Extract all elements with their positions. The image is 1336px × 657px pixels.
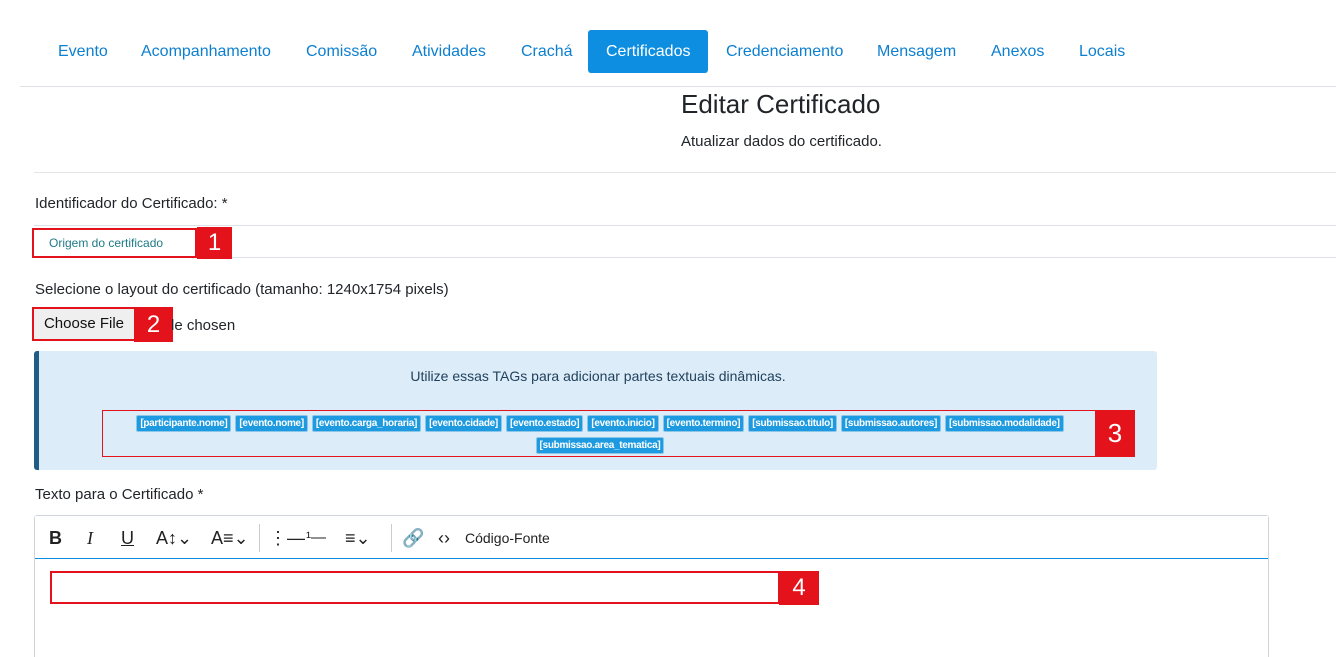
text-label: Texto para o Certificado * [35, 486, 204, 503]
tab-acompanhamento[interactable]: Acompanhamento [141, 30, 271, 73]
tags-row-1: [participante.nome] [evento.nome] [evento.… [103, 415, 1097, 432]
annotation-marker-3: 3 [1095, 410, 1135, 457]
tag-chip: [evento.nome] [235, 415, 308, 432]
annotation-marker-4: 4 [779, 571, 819, 605]
identifier-input-value[interactable]: Origem do certificado [32, 228, 197, 258]
event-tabs-nav: Evento Acompanhamento Comissão Atividade… [20, 0, 1336, 87]
file-status-text: le chosen [171, 317, 236, 334]
rich-text-editor: B I U A↕⌄ A≡⌄ ⋮— ¹— ≡⌄ 🔗 ‹› Código-Fonte… [34, 515, 1269, 657]
tag-chip: [submissao.titulo] [748, 415, 837, 432]
tag-chip: [submissao.autores] [840, 415, 942, 432]
tag-chip: [evento.inicio] [587, 415, 659, 432]
tags-info-text: Utilize essas TAGs para adicionar partes… [410, 368, 786, 384]
tab-comissao[interactable]: Comissão [306, 30, 377, 73]
tag-chip: [participante.nome] [136, 415, 232, 432]
page-title: Editar Certificado [681, 89, 881, 119]
tab-evento[interactable]: Evento [58, 30, 108, 73]
annotation-marker-2: 2 [134, 307, 173, 342]
editor-content-area[interactable]: 4 [35, 559, 1268, 657]
tag-chip: [evento.carga_horaria] [311, 415, 422, 432]
toolbar-separator [391, 524, 392, 552]
editor-text-line[interactable] [50, 571, 780, 604]
tab-atividades[interactable]: Atividades [412, 30, 486, 73]
align-icon[interactable]: ≡⌄ [345, 526, 371, 550]
tag-chip: [submissao.modalidade] [945, 415, 1064, 432]
bullet-list-icon[interactable]: ⋮— [269, 526, 305, 550]
page-subtitle: Atualizar dados do certificado. [681, 133, 882, 150]
underline-icon[interactable]: U [121, 526, 134, 550]
source-code-icon[interactable]: ‹› [438, 526, 450, 550]
tab-mensagem[interactable]: Mensagem [877, 30, 956, 73]
text-format-icon[interactable]: A≡⌄ [211, 526, 249, 550]
tags-row-2: [submissao.area_tematica] [103, 437, 1097, 454]
identifier-label: Identificador do Certificado: * [35, 195, 228, 212]
tab-certificados[interactable]: Certificados [588, 30, 709, 73]
tab-credenciamento[interactable]: Credenciamento [726, 30, 843, 73]
tab-anexos[interactable]: Anexos [991, 30, 1044, 73]
source-code-button[interactable]: Código-Fonte [465, 526, 550, 550]
tag-chip: [evento.estado] [505, 415, 584, 432]
toolbar-separator [259, 524, 260, 552]
annotation-marker-1: 1 [197, 227, 232, 259]
tag-chip: [evento.cidade] [425, 415, 502, 432]
link-icon[interactable]: 🔗 [402, 526, 424, 550]
font-size-icon[interactable]: A↕⌄ [156, 526, 192, 550]
divider [34, 172, 1336, 173]
choose-file-button[interactable]: Choose File [32, 307, 136, 341]
tag-chip: [evento.termino] [662, 415, 745, 432]
tab-locais[interactable]: Locais [1079, 30, 1125, 73]
editor-toolbar: B I U A↕⌄ A≡⌄ ⋮— ¹— ≡⌄ 🔗 ‹› Código-Fonte [35, 516, 1268, 559]
tags-container: [participante.nome] [evento.nome] [evento.… [102, 410, 1098, 457]
italic-icon[interactable]: I [87, 526, 93, 550]
tab-cracha[interactable]: Crachá [521, 30, 573, 73]
tag-chip: [submissao.area_tematica] [535, 437, 665, 454]
tags-info-alert: Utilize essas TAGs para adicionar partes… [34, 351, 1157, 470]
layout-label: Selecione o layout do certificado (taman… [35, 281, 449, 298]
bold-icon[interactable]: B [49, 526, 62, 550]
numbered-list-icon[interactable]: ¹— [306, 526, 326, 550]
